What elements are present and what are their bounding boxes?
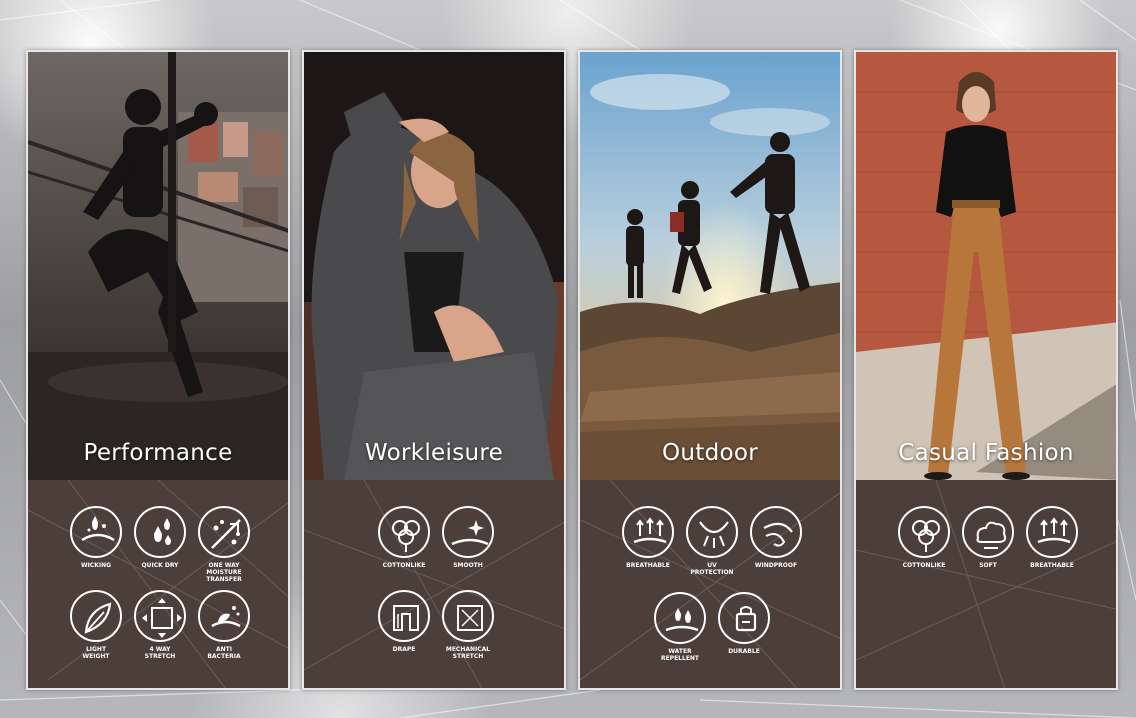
wicking-icon xyxy=(70,506,122,558)
windproof-icon xyxy=(750,506,802,558)
breathable-icon xyxy=(622,506,674,558)
durable-icon xyxy=(718,592,770,644)
category-card-workleisure[interactable]: Workleisure COTTONLIKE SMOOTH DRAPE MECH… xyxy=(302,50,566,690)
feature-label: MECHANICAL STRETCH xyxy=(445,646,491,660)
feature-anti-bacteria: ANTI BACTERIA xyxy=(184,590,264,660)
feature-durable: DURABLE xyxy=(704,592,784,655)
breathable-icon xyxy=(1026,506,1078,558)
feature-smooth: SMOOTH xyxy=(428,506,508,569)
feature-area: WICKING QUICK DRY ONE WAY MOISTURE TRANS… xyxy=(28,480,288,688)
category-title: Outdoor xyxy=(662,440,758,466)
feature-label: SMOOTH xyxy=(453,562,483,569)
category-card-outdoor[interactable]: Outdoor BREATHABLE UV PROTECTION WINDPRO… xyxy=(578,50,842,690)
cotton-icon xyxy=(898,506,950,558)
mechanical-stretch-icon xyxy=(442,590,494,642)
casual-fashion-photo xyxy=(856,52,1116,480)
category-card-casual-fashion[interactable]: Casual Fashion COTTONLIKE SOFT BREATHABL… xyxy=(854,50,1118,690)
workleisure-photo xyxy=(304,52,564,480)
performance-photo xyxy=(28,52,288,480)
feature-mechanical-stretch: MECHANICAL STRETCH xyxy=(428,590,508,660)
feature-label: WINDPROOF xyxy=(754,562,798,569)
stretch-icon xyxy=(134,590,186,642)
category-title: Performance xyxy=(83,440,233,466)
feature-area: COTTONLIKE SMOOTH DRAPE MECHANICAL STRET… xyxy=(304,480,564,688)
feature-label: ONE WAY MOISTURE TRANSFER xyxy=(206,562,242,583)
category-title: Workleisure xyxy=(364,440,504,466)
category-card-performance[interactable]: Performance WICKING QUICK DRY ONE WAY MO… xyxy=(26,50,290,690)
category-title: Casual Fashion xyxy=(898,440,1074,466)
feature-label: BREATHABLE xyxy=(1030,562,1074,569)
moisture-transfer-icon xyxy=(198,506,250,558)
water-repellent-icon xyxy=(654,592,706,644)
feature-windproof: WINDPROOF xyxy=(736,506,816,569)
feature-moisture-transfer: ONE WAY MOISTURE TRANSFER xyxy=(184,506,264,583)
feature-breathable: BREATHABLE xyxy=(1012,506,1092,569)
outdoor-photo xyxy=(580,52,840,480)
drape-icon xyxy=(378,590,430,642)
feature-area: BREATHABLE UV PROTECTION WINDPROOF WATER… xyxy=(580,480,840,688)
smooth-icon xyxy=(442,506,494,558)
uv-protection-icon xyxy=(686,506,738,558)
anti-bacteria-icon xyxy=(198,590,250,642)
feather-icon xyxy=(70,590,122,642)
feature-label: DURABLE xyxy=(728,648,760,655)
feature-label: ANTI BACTERIA xyxy=(207,646,241,660)
soft-icon xyxy=(962,506,1014,558)
feature-area: COTTONLIKE SOFT BREATHABLE xyxy=(856,480,1116,688)
quick-dry-icon xyxy=(134,506,186,558)
cotton-icon xyxy=(378,506,430,558)
